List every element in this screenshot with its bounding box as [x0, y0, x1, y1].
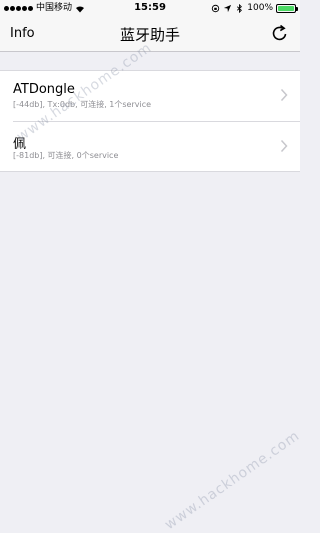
battery-icon [276, 3, 298, 13]
battery-percent: 100% [247, 3, 273, 13]
refresh-icon[interactable] [270, 23, 290, 43]
device-detail: [-81db], 可连接, 0个service [13, 151, 119, 160]
location-arrow-icon [224, 4, 232, 12]
bluetooth-icon [237, 3, 243, 13]
orientation-lock-icon [212, 4, 220, 12]
chevron-right-icon [280, 88, 288, 102]
page-title: 蓝牙助手 [119, 26, 180, 44]
status-right: 100% [211, 3, 298, 13]
status-bar: 中国移动 15:59 100% [0, 0, 300, 17]
watermark: www.hackhome.com [162, 427, 303, 533]
chevron-right-icon [280, 139, 288, 153]
battery-fill [278, 5, 294, 11]
